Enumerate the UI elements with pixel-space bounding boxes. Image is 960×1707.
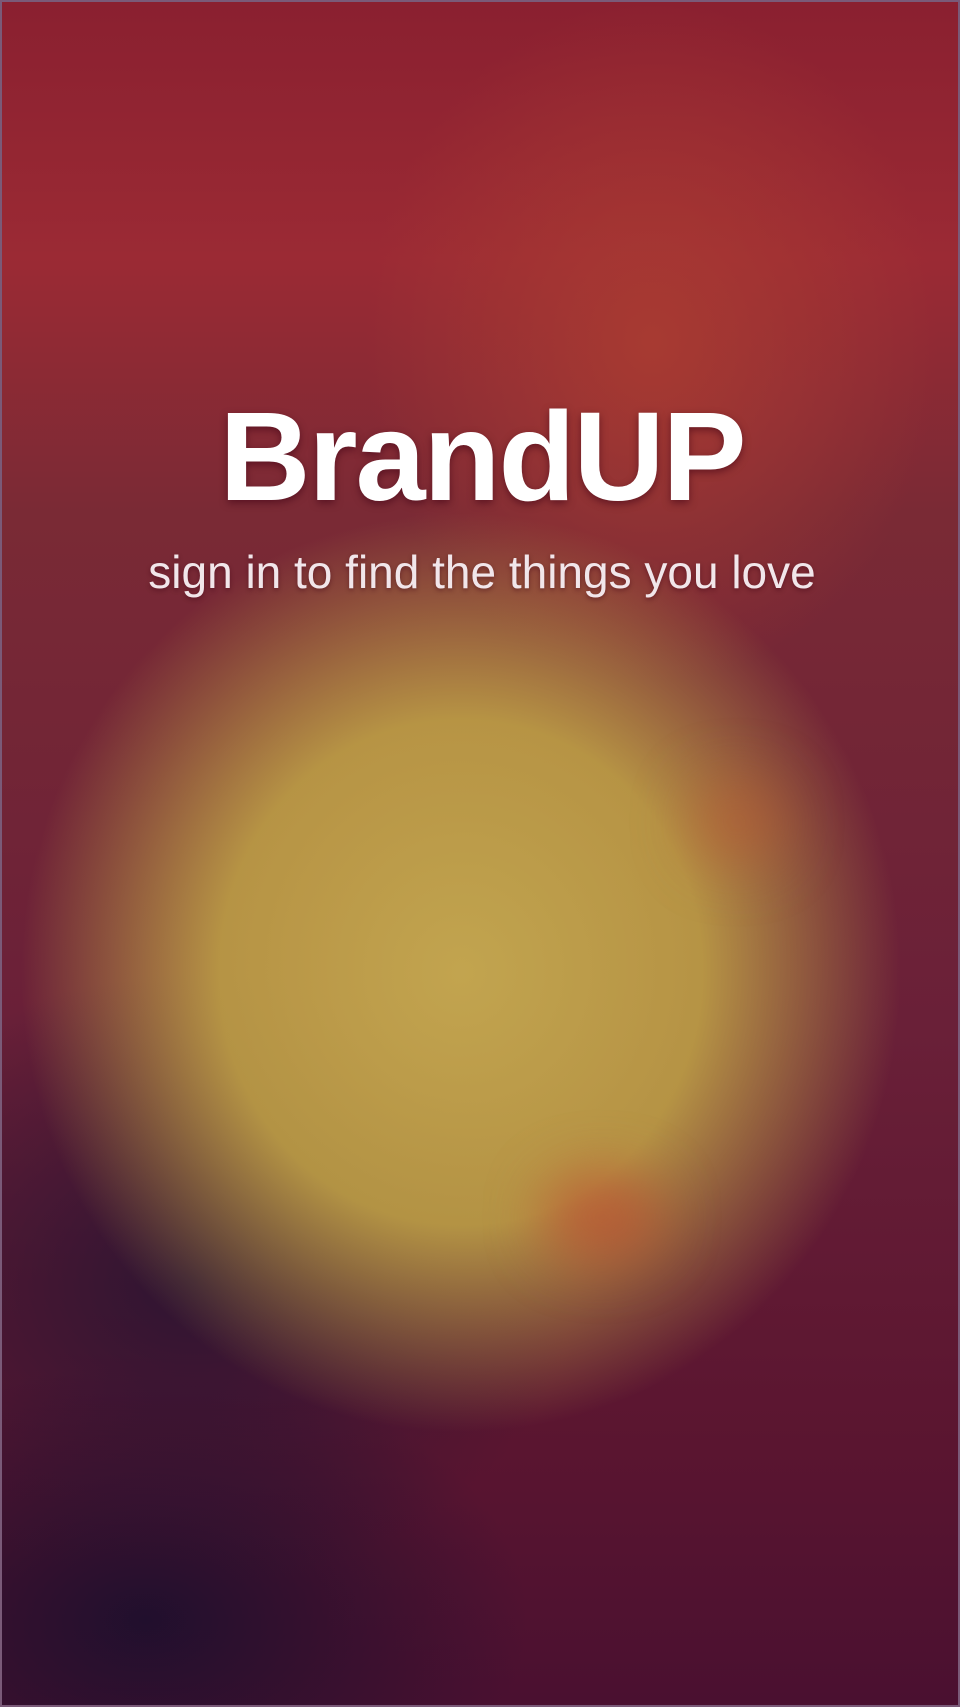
background-blur-shape — [542, 1172, 662, 1262]
splash-screen: BrandUP sign in to find the things you l… — [0, 0, 960, 1707]
tagline: sign in to find the things you love — [148, 546, 816, 598]
background-blur-shape — [692, 782, 782, 862]
brand-logo-text: BrandUP — [219, 386, 746, 527]
